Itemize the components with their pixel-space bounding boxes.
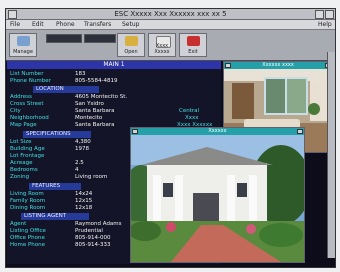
manage-button[interactable]: Manage: [9, 33, 37, 57]
field-value[interactable]: 805-914-000: [75, 235, 110, 241]
field-label: Address: [10, 94, 32, 100]
section-specifications: SPECIFICATIONS: [23, 131, 91, 138]
field-label: Neighborhood: [10, 115, 49, 121]
field-label: Lot Frontage: [10, 153, 45, 159]
menu-transfers[interactable]: Transfers: [84, 20, 111, 29]
photo-menu-icon[interactable]: [132, 129, 138, 134]
photo-title: Xxxxxx xxxx: [224, 62, 332, 69]
field-label: Agent: [10, 221, 27, 227]
title-bar: ESC Xxxxx Xxx Xxxxxx xxx xx 5: [6, 9, 335, 20]
field-value[interactable]: San Ysidro: [75, 101, 104, 107]
field-value[interactable]: Raymond Adams: [75, 221, 122, 227]
field-label: Cross Street: [10, 101, 44, 107]
exit-label: Exit: [188, 49, 198, 55]
toolbar-strip: [84, 34, 116, 43]
field-value[interactable]: Santa Barbara: [75, 108, 115, 114]
field-label: List Number: [10, 71, 44, 77]
menu-file[interactable]: File: [10, 20, 20, 29]
field-label: Acreage: [10, 160, 33, 166]
menu-bar: File Edit Phone Transfers Setup Help: [6, 20, 335, 30]
field-label: Central: [179, 108, 200, 114]
vertical-scrollbar[interactable]: [327, 52, 335, 258]
open-label: Open: [124, 49, 138, 55]
section-features: FEATURES: [29, 183, 81, 190]
photo-title: Xxxxxx: [131, 128, 304, 135]
exit-button[interactable]: Exit: [179, 33, 207, 57]
open-button[interactable]: Open: [117, 33, 145, 57]
field-value[interactable]: 4,380: [75, 139, 91, 145]
field-label: City: [10, 108, 21, 114]
minimize-icon[interactable]: [315, 10, 324, 19]
field-label: Map Page: [10, 122, 37, 128]
field-value[interactable]: 14x24: [75, 191, 92, 197]
exterior-photo-window[interactable]: Xxxxxx: [130, 127, 305, 263]
field-label: Office Phone: [10, 235, 45, 241]
photo-close-icon[interactable]: [297, 129, 303, 134]
field-label: Listing Office: [10, 228, 46, 234]
manage-label: Manage: [13, 49, 33, 55]
maximize-icon[interactable]: [325, 10, 334, 19]
field-value[interactable]: Santa Barbara: [75, 122, 115, 128]
toolbar: Manage Open Xxxx Xxxxx Exit: [6, 30, 335, 61]
exterior-photo: [131, 135, 304, 262]
document-button[interactable]: Xxxx Xxxxx: [148, 33, 176, 57]
field-value[interactable]: 12x15: [75, 198, 92, 204]
window-title: ESC Xxxxx Xxx Xxxxxx xxx xx 5: [114, 10, 227, 18]
section-location: LOCATION: [33, 86, 99, 93]
field-label: Zoning: [10, 174, 30, 180]
field-value[interactable]: Living room: [75, 174, 107, 180]
field-label: Living Room: [10, 191, 44, 197]
menu-setup[interactable]: Setup: [122, 20, 139, 29]
exit-icon: [187, 36, 200, 46]
field-label: Lot Size: [10, 139, 32, 145]
house-icon: [17, 36, 30, 46]
field-value[interactable]: Prudential: [75, 228, 103, 234]
field-label: Bedrooms: [10, 167, 38, 173]
menu-help[interactable]: Help: [318, 20, 332, 29]
menu-edit[interactable]: Edit: [32, 20, 44, 29]
field-value[interactable]: Montecito: [75, 115, 102, 121]
field-label: Xxxx: [185, 115, 199, 121]
field-label: Building Age: [10, 146, 45, 152]
field-value[interactable]: 1978: [75, 146, 89, 152]
field-value[interactable]: 4605 Montecito St.: [75, 94, 127, 100]
field-value[interactable]: 805-5584-4819: [75, 78, 117, 84]
field-value[interactable]: 4: [75, 167, 79, 173]
field-label: Home Phone: [10, 242, 46, 248]
field-value[interactable]: 12x18: [75, 205, 92, 211]
field-value[interactable]: 183: [75, 71, 86, 77]
field-value[interactable]: 2.5: [75, 160, 84, 166]
folder-icon: [125, 36, 138, 46]
panel-title: MAIN 1: [7, 61, 221, 69]
photo-menu-icon[interactable]: [225, 63, 231, 68]
section-listing-agent: LISTING AGENT: [21, 213, 89, 220]
field-label: Dining Room: [10, 205, 46, 211]
field-label: Family Room: [10, 198, 46, 204]
monitor-frame: ESC Xxxxx Xxx Xxxxxx xxx xx 5 File Edit …: [0, 0, 340, 272]
app-window: ESC Xxxxx Xxx Xxxxxx xxx xx 5 File Edit …: [5, 8, 336, 268]
field-label: Phone Number: [10, 78, 51, 84]
field-value[interactable]: 805-914-333: [75, 242, 110, 248]
menu-phone[interactable]: Phone: [56, 20, 75, 29]
document-label: Xxxx Xxxxx: [154, 43, 170, 55]
toolbar-strip: [46, 34, 82, 43]
